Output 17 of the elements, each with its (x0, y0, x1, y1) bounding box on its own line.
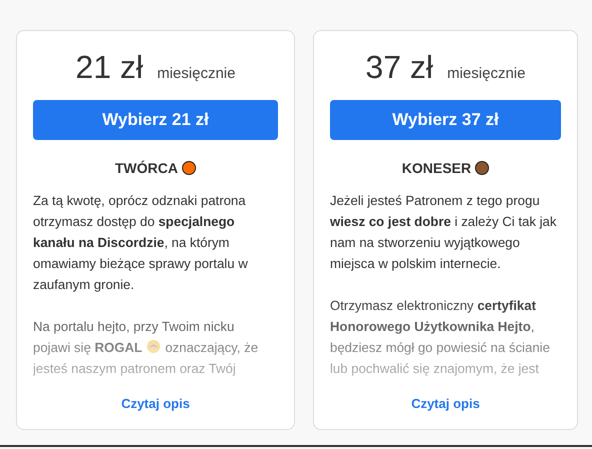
read-description-link[interactable]: Czytaj opis (121, 396, 190, 411)
description-text: Jeżeli jesteś Patronem z tego progu wiesz co jest dobre i zależy Ci tak jak nam na stworzeniu wyjątkowego miejsca w polskim internecie. (330, 193, 556, 271)
description-text: Za tą kwotę, oprócz odznaki patrona otrzymasz dostęp do specjalnego kanału na Discordzie, na którym omawiamy bieżące sprawy portalu w zaufanym gronie. (33, 193, 248, 292)
tier-name: TWÓRCA (115, 160, 178, 176)
description-text: oznaczający, że (165, 340, 258, 355)
description-text: Otrzymasz elektroniczny certyfikat Honorowego Użytkownika Hejto, będziesz mógł go powiesić na ścianie lub pochwalić się znajomym, że jest (330, 298, 550, 376)
choose-plan-button[interactable]: Wybierz 21 zł (33, 100, 278, 140)
price-text: 37 zł (366, 49, 434, 86)
period-text: miesięcznie (447, 65, 526, 82)
choose-plan-button[interactable]: Wybierz 37 zł (330, 100, 561, 140)
read-description-link[interactable]: Czytaj opis (411, 396, 480, 411)
description-text: Na portalu hejto, przy Twoim nicku (33, 318, 236, 336)
tier-name: KONESER (402, 160, 472, 176)
price-text: 21 zł (76, 49, 144, 86)
period-text: miesięcznie (157, 65, 236, 82)
description-text: jesteś naszym patronem oraz Twój (33, 360, 237, 378)
description-text: pojawi się ROGAL (33, 340, 142, 355)
